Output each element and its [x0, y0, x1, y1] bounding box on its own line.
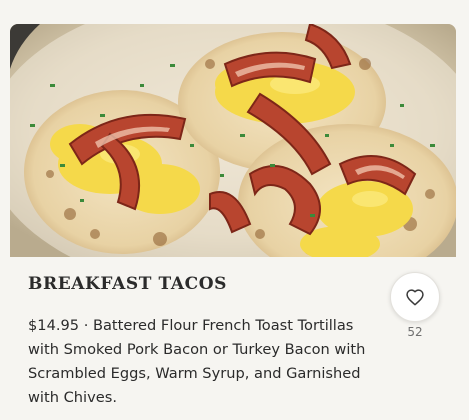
menu-item-description: $14.95 · Battered Flour French Toast Tor…: [28, 317, 366, 406]
favorite-button[interactable]: [390, 272, 440, 322]
favorite-count: 52: [407, 325, 423, 339]
menu-item-title: BREAKFAST TACOS: [28, 274, 228, 294]
menu-item-photo[interactable]: [10, 24, 456, 257]
heart-outline-icon: [406, 289, 424, 306]
breakfast-tacos-image: [10, 24, 456, 257]
menu-item-card: BREAKFAST TACOS $14.95 · Battered Flour …: [0, 0, 469, 420]
